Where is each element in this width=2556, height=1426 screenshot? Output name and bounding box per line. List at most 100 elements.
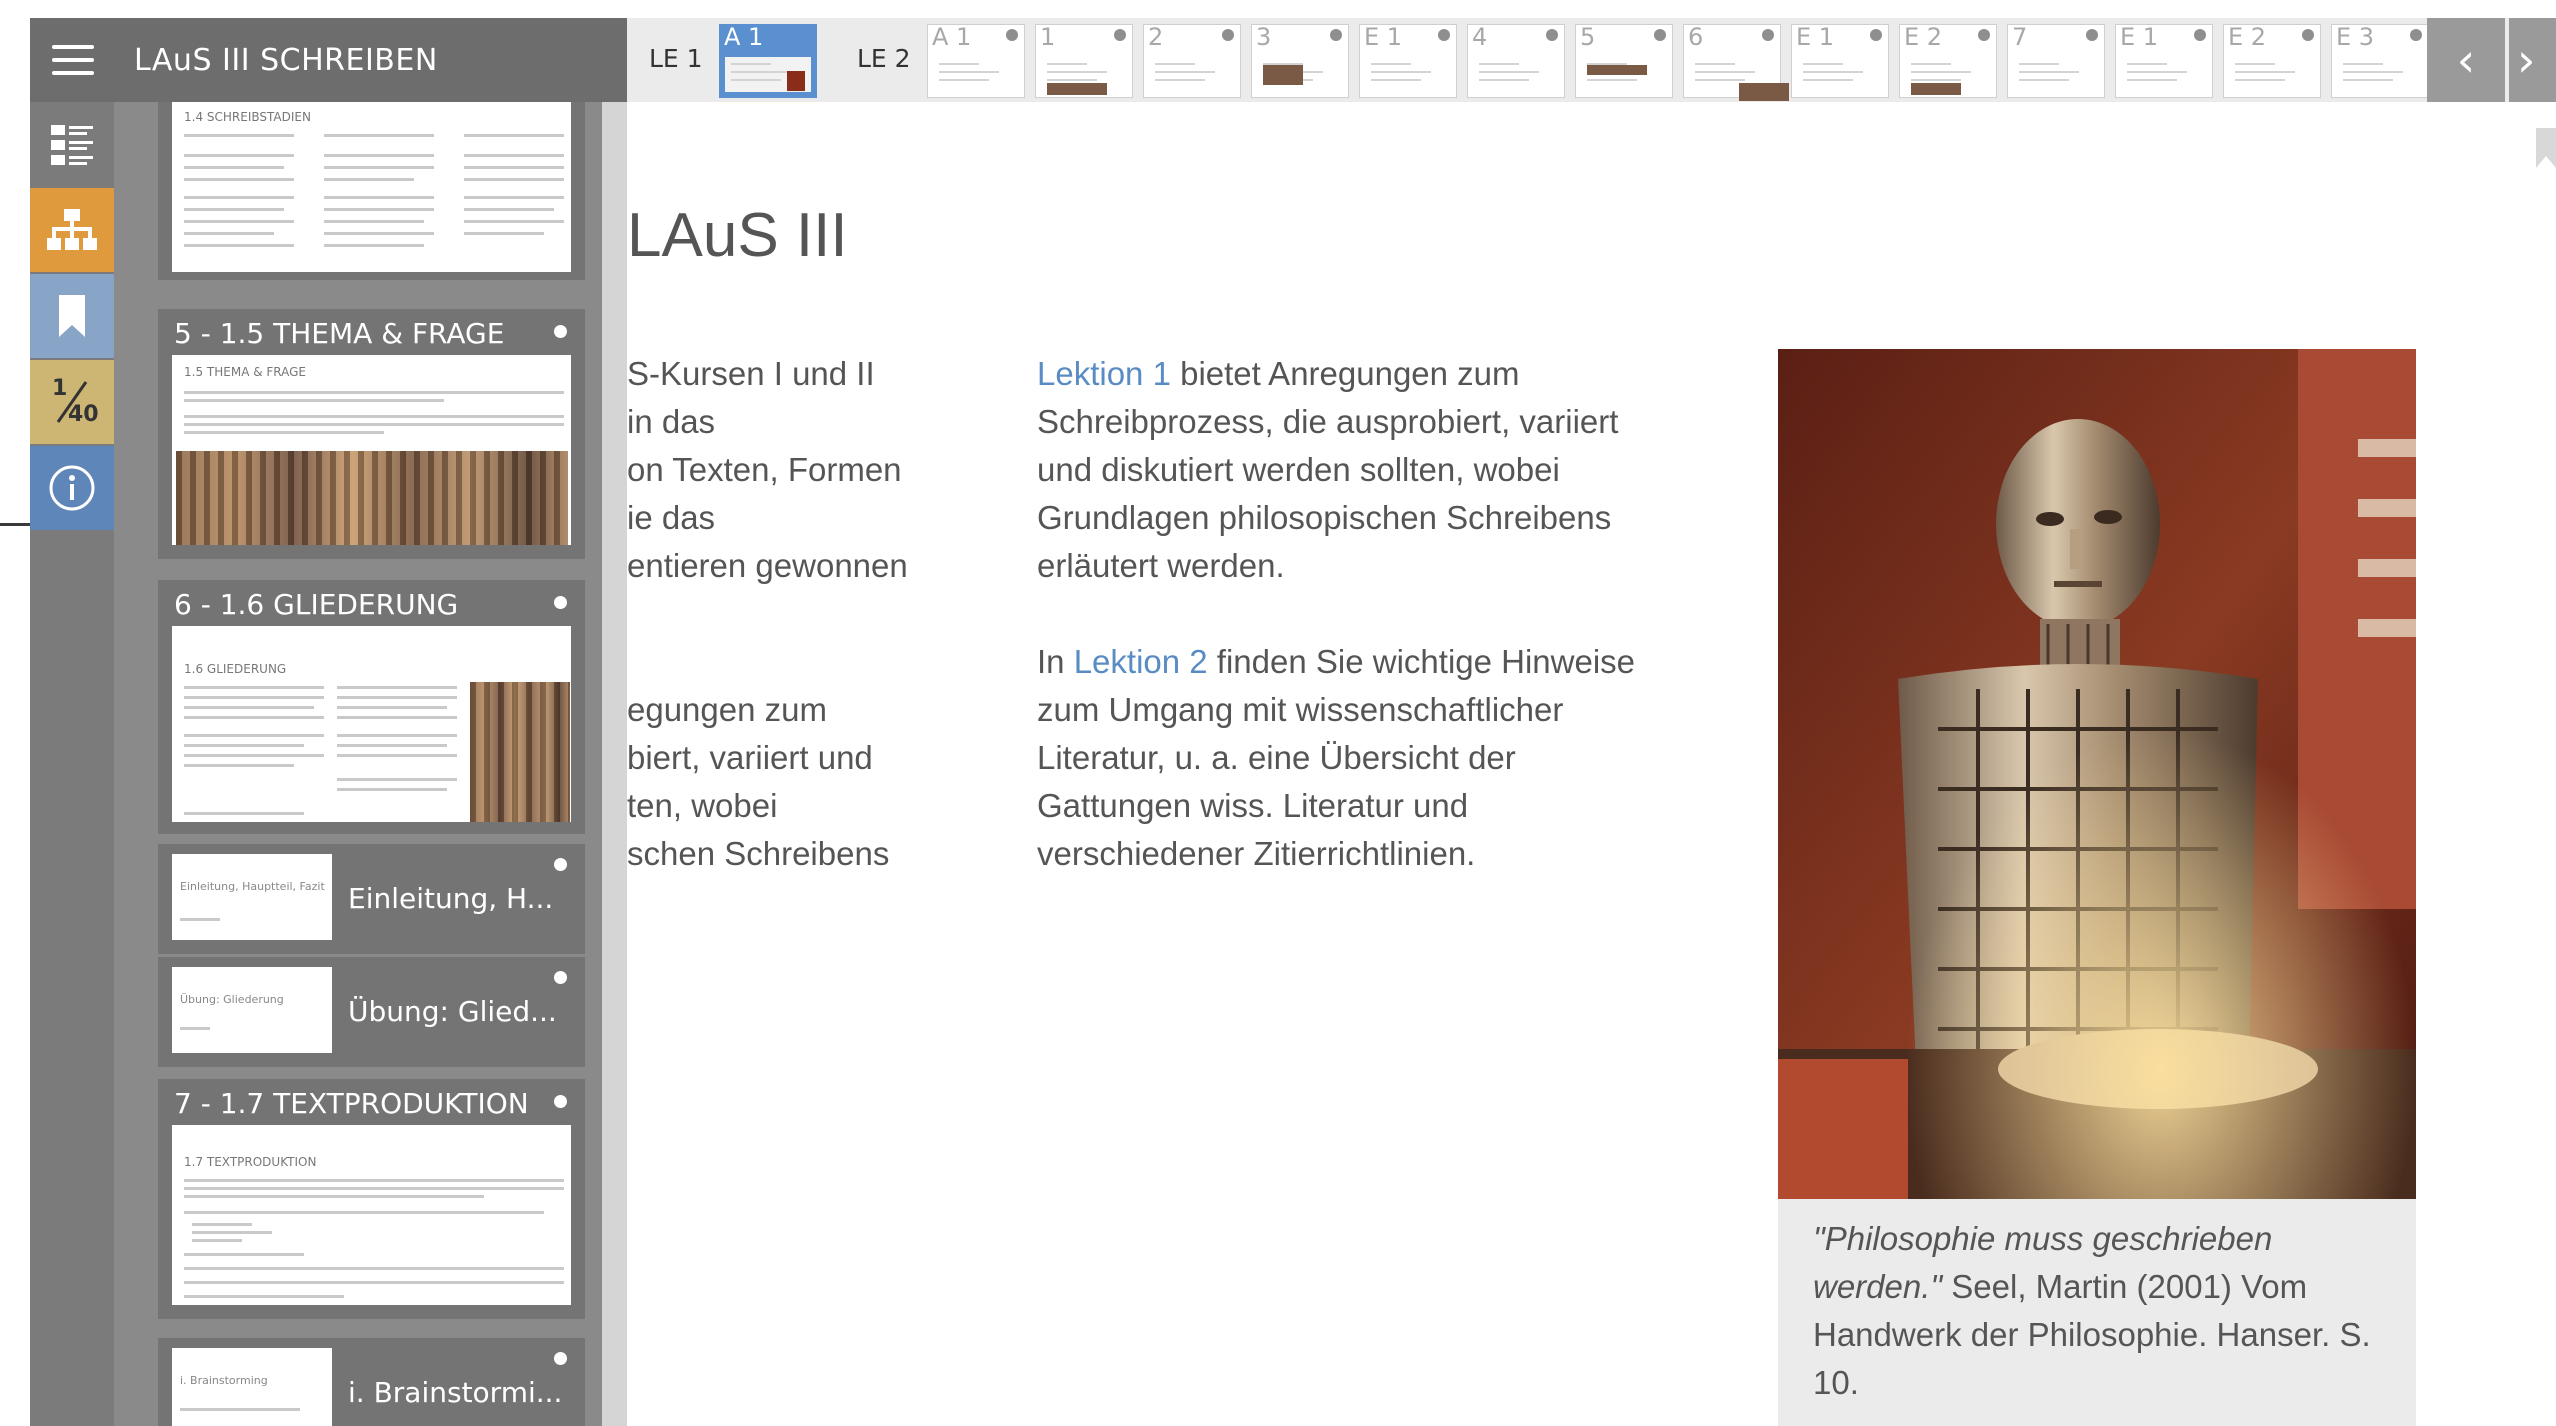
page-card-1-5[interactable]: 5 - 1.5 THEMA & FRAGE 1.5 THEMA & FRAGE xyxy=(158,309,585,559)
page-tab[interactable]: 1 xyxy=(1035,23,1133,98)
page-tab[interactable]: A 1 xyxy=(927,23,1025,98)
page-tab-label: E 1 xyxy=(1796,23,1835,51)
page-card-1-6[interactable]: 6 - 1.6 GLIEDERUNG 1.6 GLIEDERUNG xyxy=(158,580,585,834)
page-tab-preview xyxy=(933,57,1019,92)
bookmark-button[interactable] xyxy=(30,274,114,358)
preview-image xyxy=(787,71,805,91)
lesson-2-prefix: In xyxy=(1037,643,1074,680)
card-title: 7 - 1.7 TEXTPRODUKTION xyxy=(174,1087,529,1120)
lektion-1-link[interactable]: Lektion 1 xyxy=(1037,355,1171,392)
thumbnail-panel: 1.4 SCHREIBSTADIEN 5 - 1.5 THEMA & FRAGE… xyxy=(114,102,627,1426)
page-tab-preview xyxy=(1581,57,1667,92)
status-dot xyxy=(1114,29,1126,41)
page-tab-preview xyxy=(2337,57,2423,92)
intro-line: schen Schreibens xyxy=(627,835,890,872)
status-dot xyxy=(1870,29,1882,41)
page-tab-label: A 1 xyxy=(932,23,972,51)
preview-image xyxy=(1739,83,1789,101)
page-tab-label: E 2 xyxy=(2228,23,2267,51)
page-bookmark-icon[interactable] xyxy=(2536,128,2556,168)
page-tab[interactable]: E 2 xyxy=(2223,23,2321,98)
sub-page-thumbnail: Übung: Gliederung xyxy=(172,967,332,1053)
image-caption: "Philosophie muss geschrieben werden." S… xyxy=(1778,1199,2416,1426)
page-tab-preview xyxy=(1905,57,1991,95)
sub-page-brainstorming[interactable]: i. Brainstorming i. Brainstormi... xyxy=(158,1338,585,1426)
thumbnail-scrollbar[interactable] xyxy=(602,102,627,1426)
card-title: 6 - 1.6 GLIEDERUNG xyxy=(174,588,459,621)
table-of-contents-button[interactable] xyxy=(30,102,114,186)
status-dot xyxy=(1978,29,1990,41)
mini-heading: 1.6 GLIEDERUNG xyxy=(184,662,287,676)
sub-page-einleitung[interactable]: Einleitung, Hauptteil, Fazit Einleitung,… xyxy=(158,844,585,954)
app-header: LAuS III SCHREIBEN xyxy=(30,18,627,102)
status-dot xyxy=(1438,29,1450,41)
page-tab-preview xyxy=(1689,57,1789,101)
preview-image xyxy=(1263,65,1303,85)
status-dot xyxy=(1546,29,1558,41)
status-dot xyxy=(1222,29,1234,41)
page-tab-label: A 1 xyxy=(724,23,764,51)
page-card-1-4[interactable]: 1.4 SCHREIBSTADIEN xyxy=(158,102,585,280)
robot-image xyxy=(1778,349,2416,1199)
page-tab[interactable]: E 3 xyxy=(2331,23,2429,98)
mini-heading: 1.5 THEMA & FRAGE xyxy=(184,365,307,379)
page-tab-label: E 1 xyxy=(1364,23,1403,51)
mini-heading: i. Brainstorming xyxy=(180,1374,268,1387)
status-dot xyxy=(2194,29,2206,41)
page-tab-label: 5 xyxy=(1580,23,1596,51)
page-tab-label: E 3 xyxy=(2336,23,2375,51)
info-button[interactable] xyxy=(30,446,114,530)
intro-line: in das xyxy=(627,403,716,440)
page-tab[interactable]: 4 xyxy=(1467,23,1565,98)
mini-heading: 1.4 SCHREIBSTADIEN xyxy=(184,110,311,124)
intro-line: on Texten, Formen xyxy=(627,451,902,488)
status-dot xyxy=(554,1095,567,1108)
lektion-2-link[interactable]: Lektion 2 xyxy=(1074,643,1208,680)
page-card-1-7[interactable]: 7 - 1.7 TEXTPRODUKTION 1.7 TEXTPRODUKTIO… xyxy=(158,1079,585,1319)
mini-heading: Übung: Gliederung xyxy=(180,993,284,1006)
preview-image xyxy=(1587,65,1647,75)
page-tab-preview xyxy=(725,57,811,92)
lesson-2-paragraph: In Lektion 2 finden Sie wichtige Hinweis… xyxy=(1037,638,1677,878)
page-counter-button[interactable]: 1 40 xyxy=(30,360,114,444)
card-title: 5 - 1.5 THEMA & FRAGE xyxy=(174,317,505,350)
page-tab[interactable]: E 1 xyxy=(1359,23,1457,98)
lesson-1-paragraph: Lektion 1 bietet Anregungen zum Schreibp… xyxy=(1037,350,1677,590)
page-tab[interactable]: 7 xyxy=(2007,23,2105,98)
page-tab[interactable]: E 1 xyxy=(2115,23,2213,98)
page-tab-preview xyxy=(1257,57,1343,92)
page-tab[interactable]: 5 xyxy=(1575,23,1673,98)
page-tab[interactable]: 6 xyxy=(1683,23,1789,101)
structure-button[interactable] xyxy=(30,188,114,272)
page-tab[interactable]: E 1 xyxy=(1791,23,1889,98)
page-thumbnail: 1.4 SCHREIBSTADIEN xyxy=(172,102,571,272)
page-tab-label: 7 xyxy=(2012,23,2028,51)
intro-column-left: S-Kursen I und II in das on Texten, Formen… xyxy=(627,350,957,878)
status-dot xyxy=(554,1352,567,1365)
menu-icon[interactable] xyxy=(52,45,94,75)
page-tab[interactable]: 2 xyxy=(1143,23,1241,98)
lesson-group-label: LE 2 xyxy=(857,44,911,73)
next-page-button[interactable]: › xyxy=(2509,18,2556,102)
chevron-left-icon: ‹ xyxy=(2456,33,2476,87)
edge-divider xyxy=(0,523,30,526)
previous-page-button[interactable]: ‹ xyxy=(2427,18,2505,102)
page-tab[interactable]: 3 xyxy=(1251,23,1349,98)
status-dot xyxy=(554,596,567,609)
page-total: 40 xyxy=(68,402,99,427)
status-dot xyxy=(554,325,567,338)
page-tab[interactable]: E 2 xyxy=(1899,23,1997,98)
page-tab-label: 1 xyxy=(1040,23,1056,51)
info-icon xyxy=(49,465,95,511)
bookmark-icon xyxy=(59,295,85,337)
chevron-right-icon: › xyxy=(2517,33,2536,87)
intro-line: S-Kursen I und II xyxy=(627,355,875,392)
sub-page-uebung-gliederung[interactable]: Übung: Gliederung Übung: Glied... xyxy=(158,957,585,1067)
page-thumbnail: 1.6 GLIEDERUNG xyxy=(172,626,571,822)
status-dot xyxy=(2086,29,2098,41)
status-dot xyxy=(2302,29,2314,41)
page-tab[interactable]: A 1 xyxy=(719,23,817,98)
page-counter-icon: 1 40 xyxy=(46,376,99,428)
mini-heading: 1.7 TEXTPRODUKTION xyxy=(184,1155,317,1169)
status-dot xyxy=(1330,29,1342,41)
